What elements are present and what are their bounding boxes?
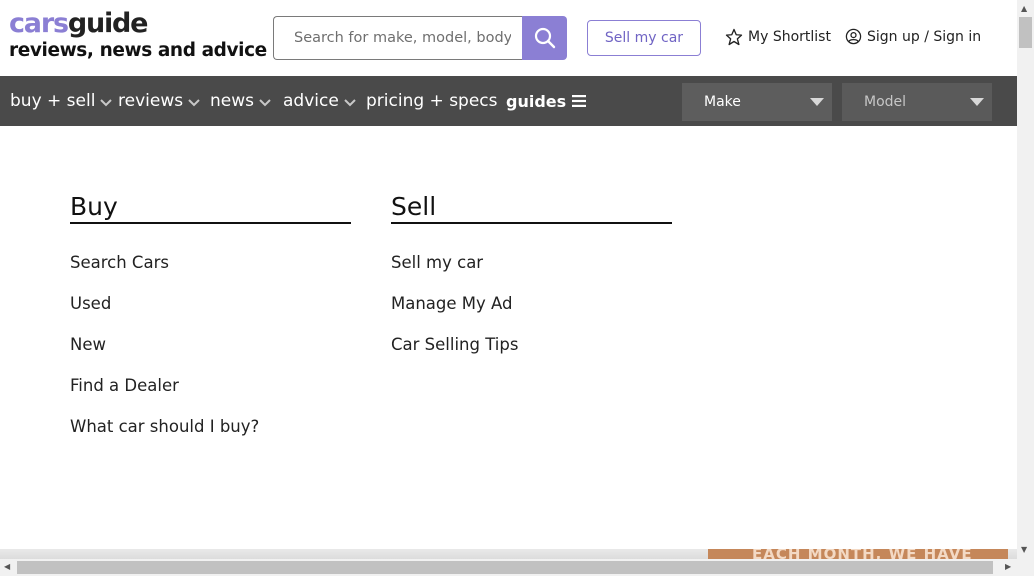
nav-news[interactable]: news	[210, 76, 271, 126]
scroll-left-arrow-icon[interactable]: ◀	[4, 562, 10, 571]
promo-banner[interactable]: EACH MONTH, WE HAVE	[708, 549, 1008, 559]
nav-reviews[interactable]: reviews	[118, 76, 200, 126]
model-select[interactable]: Model	[842, 83, 992, 121]
buy-column: Buy Search Cars Used New Find a Dealer W…	[70, 126, 351, 458]
user-icon	[845, 28, 862, 45]
nav-advice-label: advice	[283, 91, 339, 111]
menu-link-what-car[interactable]: What car should I buy?	[70, 417, 351, 437]
search-icon	[534, 27, 555, 49]
menu-link-find-dealer[interactable]: Find a Dealer	[70, 376, 351, 396]
nav-advice[interactable]: advice	[283, 76, 356, 126]
scroll-up-arrow-icon[interactable]: ▲	[1021, 4, 1027, 13]
menu-link-new[interactable]: New	[70, 335, 351, 355]
search-bar	[273, 16, 567, 60]
browser-viewport: carsguide reviews, news and advice Sell …	[0, 0, 1034, 576]
nav-reviews-label: reviews	[118, 91, 184, 111]
sell-heading: Sell	[391, 192, 672, 224]
vertical-scrollbar[interactable]: ▲ ▼	[1017, 0, 1034, 559]
page: carsguide reviews, news and advice Sell …	[0, 0, 1017, 559]
nav-buy-sell[interactable]: buy + sell	[10, 76, 113, 126]
nav-news-label: news	[210, 91, 254, 111]
buy-sell-mega-menu: Buy Search Cars Used New Find a Dealer W…	[0, 126, 1017, 549]
scroll-right-arrow-icon[interactable]: ▶	[1005, 562, 1011, 571]
make-select[interactable]: Make	[682, 83, 832, 121]
logo-part-cars: cars	[9, 8, 69, 39]
sign-in-link[interactable]: Sign up / Sign in	[845, 28, 981, 45]
nav-pricing-specs-label: pricing + specs	[366, 91, 498, 111]
dropdown-arrow-icon	[810, 98, 824, 106]
nav-pricing-specs[interactable]: pricing + specs	[366, 76, 498, 126]
horizontal-scroll-thumb[interactable]	[17, 561, 993, 574]
menu-link-manage-ad[interactable]: Manage My Ad	[391, 294, 672, 314]
logo-part-guide: guide	[67, 8, 149, 39]
my-shortlist-link[interactable]: My Shortlist	[725, 28, 831, 46]
sell-column: Sell Sell my car Manage My Ad Car Sellin…	[391, 126, 672, 376]
hamburger-menu-icon	[572, 95, 587, 107]
chevron-down-icon	[259, 99, 271, 107]
dropdown-arrow-icon	[970, 98, 984, 106]
menu-link-used[interactable]: Used	[70, 294, 351, 314]
menu-link-selling-tips[interactable]: Car Selling Tips	[391, 335, 672, 355]
logo-tagline: reviews, news and advice	[9, 40, 267, 61]
site-header: carsguide reviews, news and advice Sell …	[0, 0, 1017, 76]
nav-guides-label: guides	[506, 91, 567, 111]
scroll-down-arrow-icon[interactable]: ▼	[1021, 545, 1027, 554]
vertical-scroll-thumb[interactable]	[1019, 17, 1032, 48]
horizontal-scrollbar[interactable]: ◀ ▶	[0, 559, 1017, 576]
sell-my-car-button[interactable]: Sell my car	[587, 20, 701, 56]
promo-banner-text: EACH MONTH, WE HAVE	[752, 549, 973, 559]
menu-link-search-cars[interactable]: Search Cars	[70, 253, 351, 273]
make-select-label: Make	[704, 94, 741, 110]
chevron-down-icon	[188, 99, 200, 107]
chevron-down-icon	[344, 99, 356, 107]
menu-link-sell-my-car[interactable]: Sell my car	[391, 253, 672, 273]
carsguide-logo[interactable]: carsguide reviews, news and advice	[9, 8, 267, 63]
nav-guides[interactable]: guides	[506, 76, 587, 126]
sign-in-label: Sign up / Sign in	[867, 28, 982, 45]
star-icon	[725, 28, 743, 46]
search-button[interactable]	[522, 16, 567, 60]
model-select-label: Model	[864, 94, 907, 110]
chevron-down-icon	[100, 99, 113, 107]
scrollbar-corner	[1017, 559, 1034, 576]
sell-links: Sell my car Manage My Ad Car Selling Tip…	[391, 253, 672, 355]
nav-buy-sell-label: buy + sell	[10, 91, 96, 111]
buy-links: Search Cars Used New Find a Dealer What …	[70, 253, 351, 437]
shortlist-label: My Shortlist	[748, 29, 831, 45]
search-input[interactable]	[273, 16, 523, 60]
buy-heading: Buy	[70, 192, 351, 224]
logo-wordmark: carsguide	[9, 8, 267, 40]
